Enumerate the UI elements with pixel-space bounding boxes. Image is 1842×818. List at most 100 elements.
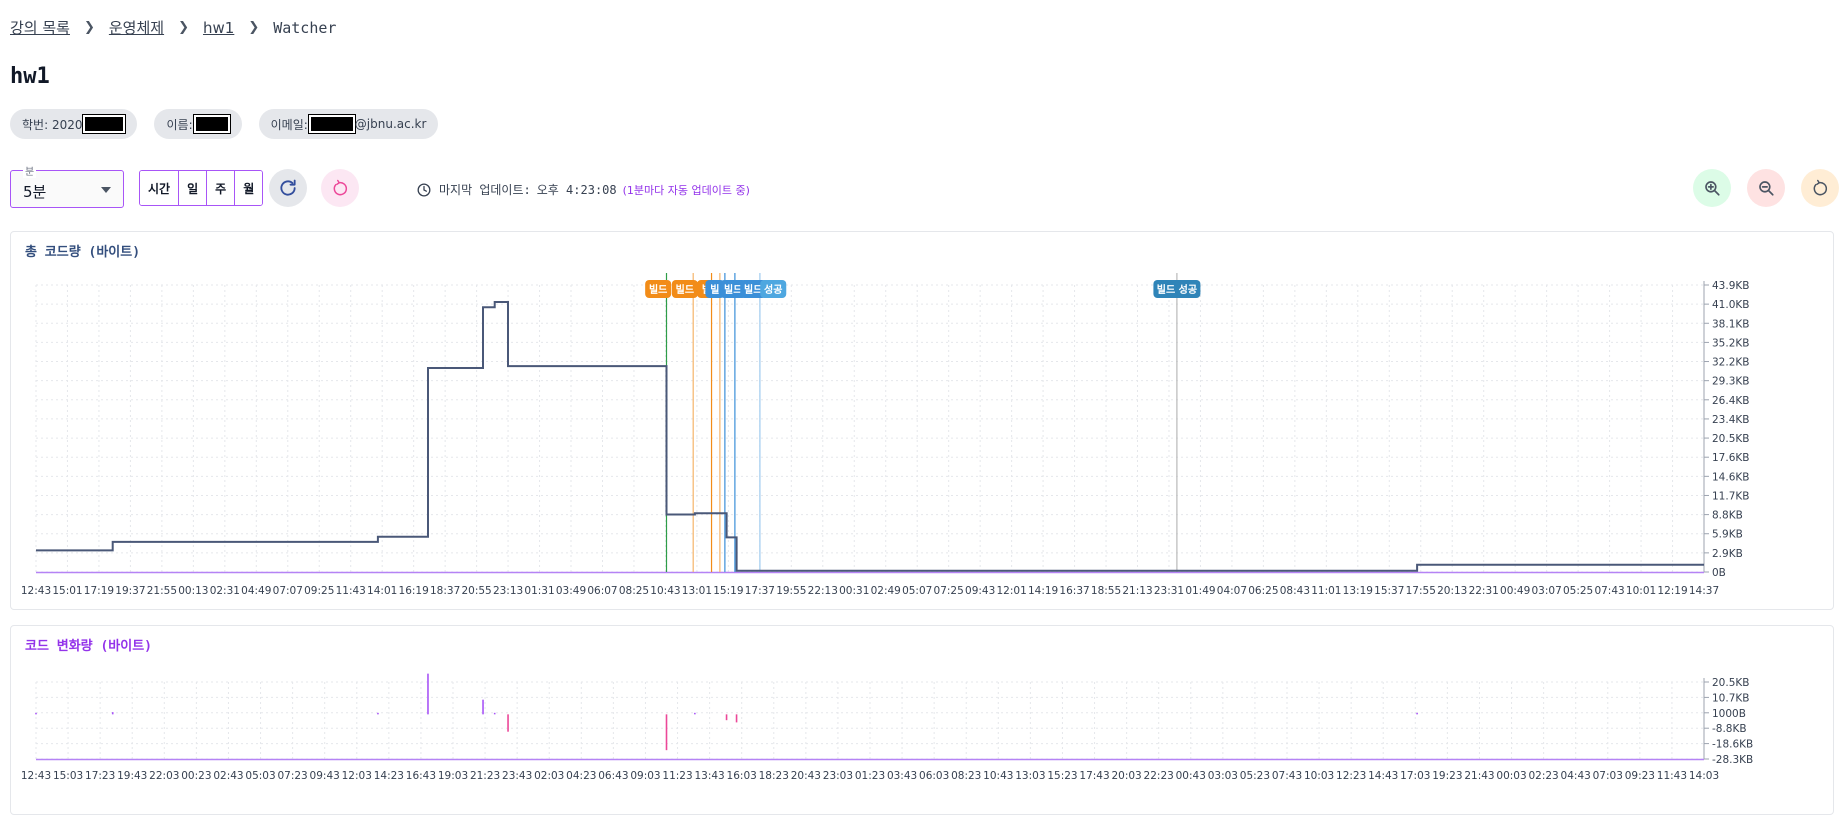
change-bar [1416, 712, 1418, 715]
x-tick-label: 23:13 [493, 585, 523, 597]
build-tag-label: 빌드 [724, 283, 742, 296]
y-tick-label: 20.5KB [1712, 677, 1749, 689]
x-tick-label: 02:23 [1528, 770, 1558, 782]
x-tick-label: 04:49 [241, 585, 271, 597]
total-code-chart-panel: 0B 2.9KB 5.9KB 8.8KB 11.7KB 14.6KB 17.6KB 20.5K… [10, 231, 1834, 610]
range-week-button[interactable]: 주 [207, 171, 236, 205]
y-tick-label: 14.6KB [1712, 471, 1749, 483]
range-month-button[interactable]: 월 [235, 171, 263, 205]
breadcrumb-assignment-link[interactable]: hw1 [203, 19, 234, 37]
chevron-right-icon: ❯ [178, 20, 189, 35]
build-tag-label: 빌 [710, 283, 719, 296]
breadcrumb: 강의 목록 ❯ 운영체제 ❯ hw1 ❯ Watcher [10, 17, 336, 38]
build-tag: 빌드 [671, 280, 698, 298]
change-bar [493, 712, 496, 715]
zoom-out-icon [1759, 181, 1774, 196]
total-code-chart-title: 총 코드량 (바이트) [25, 245, 141, 260]
x-tick-label: 14:19 [1028, 585, 1058, 597]
build-tag: 성공 [760, 280, 787, 298]
x-tick-label: 15:03 [53, 770, 83, 782]
x-tick-label: 08:25 [619, 585, 649, 597]
page-title: hw1 [10, 64, 50, 89]
chevron-right-icon: ❯ [83, 20, 95, 35]
x-tick-label: 09:43 [310, 770, 340, 782]
x-tick-label: 20:43 [791, 770, 821, 782]
y-tick-label: 5.9KB [1712, 529, 1743, 541]
x-tick-label: 00:43 [1176, 770, 1206, 782]
y-tick-label: 32.2KB [1712, 357, 1749, 369]
build-tag: 빌드 [645, 280, 672, 298]
y-tick-label: 35.2KB [1712, 337, 1749, 349]
x-tick-label: 18:37 [430, 585, 460, 597]
x-tick-label: 02:43 [213, 770, 243, 782]
x-tick-label: 07:43 [1594, 585, 1624, 597]
x-tick-label: 20:03 [1111, 770, 1141, 782]
x-tick-label: 01:49 [1185, 585, 1215, 597]
x-tick-label: 14:23 [374, 770, 404, 782]
zoom-reset-button[interactable] [1801, 169, 1839, 207]
breadcrumb-course-list-link[interactable]: 강의 목록 [10, 17, 70, 38]
reset-button[interactable] [321, 169, 359, 207]
x-tick-label: 23:31 [1154, 585, 1184, 597]
x-tick-label: 04:43 [1561, 770, 1591, 782]
change-bar [735, 714, 738, 723]
refresh-button[interactable] [269, 169, 307, 207]
zoom-reset-icon [1813, 179, 1828, 196]
toolbar: 분 5분 시간 일 주 월 마지막 업데이트: 오후 4:23:08 (1분마다… [10, 163, 1842, 211]
y-tick-label: -18.6KB [1712, 739, 1753, 751]
interval-select[interactable]: 분 5분 [10, 163, 124, 208]
x-tick-label: 15:01 [52, 585, 82, 597]
change-bar [507, 714, 509, 732]
code-change-chart[interactable]: -28.3KB -18.6KB -8.8KB 1000B 10.7KB 20.5KB 12:… [11, 626, 1835, 816]
range-day-button[interactable]: 일 [179, 171, 208, 205]
code-change-chart-panel: -28.3KB -18.6KB -8.8KB 1000B 10.7KB 20.5KB 12:… [10, 625, 1834, 815]
x-tick-label: 03:07 [1532, 585, 1562, 597]
range-hour-button[interactable]: 시간 [140, 171, 180, 205]
x-tick-label: 06:07 [587, 585, 617, 597]
student-info: 학번: 2020 이름: 이메일: @jbnu.ac.kr [10, 109, 439, 139]
y-tick-label: 0B [1712, 567, 1726, 579]
y-tick-label: 38.1KB [1712, 318, 1749, 330]
zoom-out-button[interactable] [1747, 169, 1785, 207]
x-tick-label: 05:25 [1563, 585, 1593, 597]
x-tick-label: 23:43 [502, 770, 532, 782]
x-tick-label: 17:23 [85, 770, 115, 782]
build-tag-label: 성공 [764, 283, 782, 296]
total-code-chart[interactable]: 0B 2.9KB 5.9KB 8.8KB 11.7KB 14.6KB 17.6KB 20.5K… [11, 232, 1835, 611]
x-tick-label: 16:03 [727, 770, 757, 782]
zoom-in-button[interactable] [1693, 169, 1731, 207]
x-tick-label: 09:25 [304, 585, 334, 597]
breadcrumb-current: Watcher [273, 18, 337, 37]
y-tick-label: 26.4KB [1712, 395, 1749, 407]
x-tick-label: 11:23 [662, 770, 692, 782]
build-tag-label: 빌드 [676, 283, 694, 296]
x-tick-label: 11:43 [336, 585, 366, 597]
x-tick-label: 12:03 [342, 770, 372, 782]
y-tick-label: -8.8KB [1712, 723, 1747, 735]
x-tick-label: 12:43 [21, 770, 51, 782]
build-tag-label: 빌드 [649, 283, 667, 296]
x-tick-label: 16:43 [406, 770, 436, 782]
x-tick-label: 18:23 [759, 770, 789, 782]
x-tick-label: 08:23 [951, 770, 981, 782]
x-tick-label: 08:43 [1280, 585, 1310, 597]
redacted-block [307, 114, 356, 134]
build-tag: 빌드 성공 [1153, 280, 1201, 298]
x-tick-label: 11:01 [1311, 585, 1341, 597]
x-tick-label: 00:03 [1496, 770, 1526, 782]
x-tick-label: 14:03 [1689, 770, 1719, 782]
chevron-right-icon: ❯ [248, 20, 260, 35]
breadcrumb-course-link[interactable]: 운영체제 [109, 17, 164, 38]
range-segment-group: 시간 일 주 월 [139, 170, 264, 206]
x-tick-label: 22:31 [1469, 585, 1499, 597]
x-tick-label: 12:19 [1657, 585, 1687, 597]
x-tick-label: 07:43 [1272, 770, 1302, 782]
x-tick-label: 00:31 [839, 585, 869, 597]
y-tick-label: 23.4KB [1712, 414, 1749, 426]
change-bar [725, 714, 728, 721]
x-tick-label: 17:37 [745, 585, 775, 597]
change-bar [377, 712, 379, 715]
last-update-info: 마지막 업데이트: 오후 4:23:08 (1분마다 자동 업데이트 중) [417, 181, 750, 198]
x-tick-label: 09:03 [630, 770, 660, 782]
y-tick-label: 43.9KB [1712, 280, 1749, 292]
